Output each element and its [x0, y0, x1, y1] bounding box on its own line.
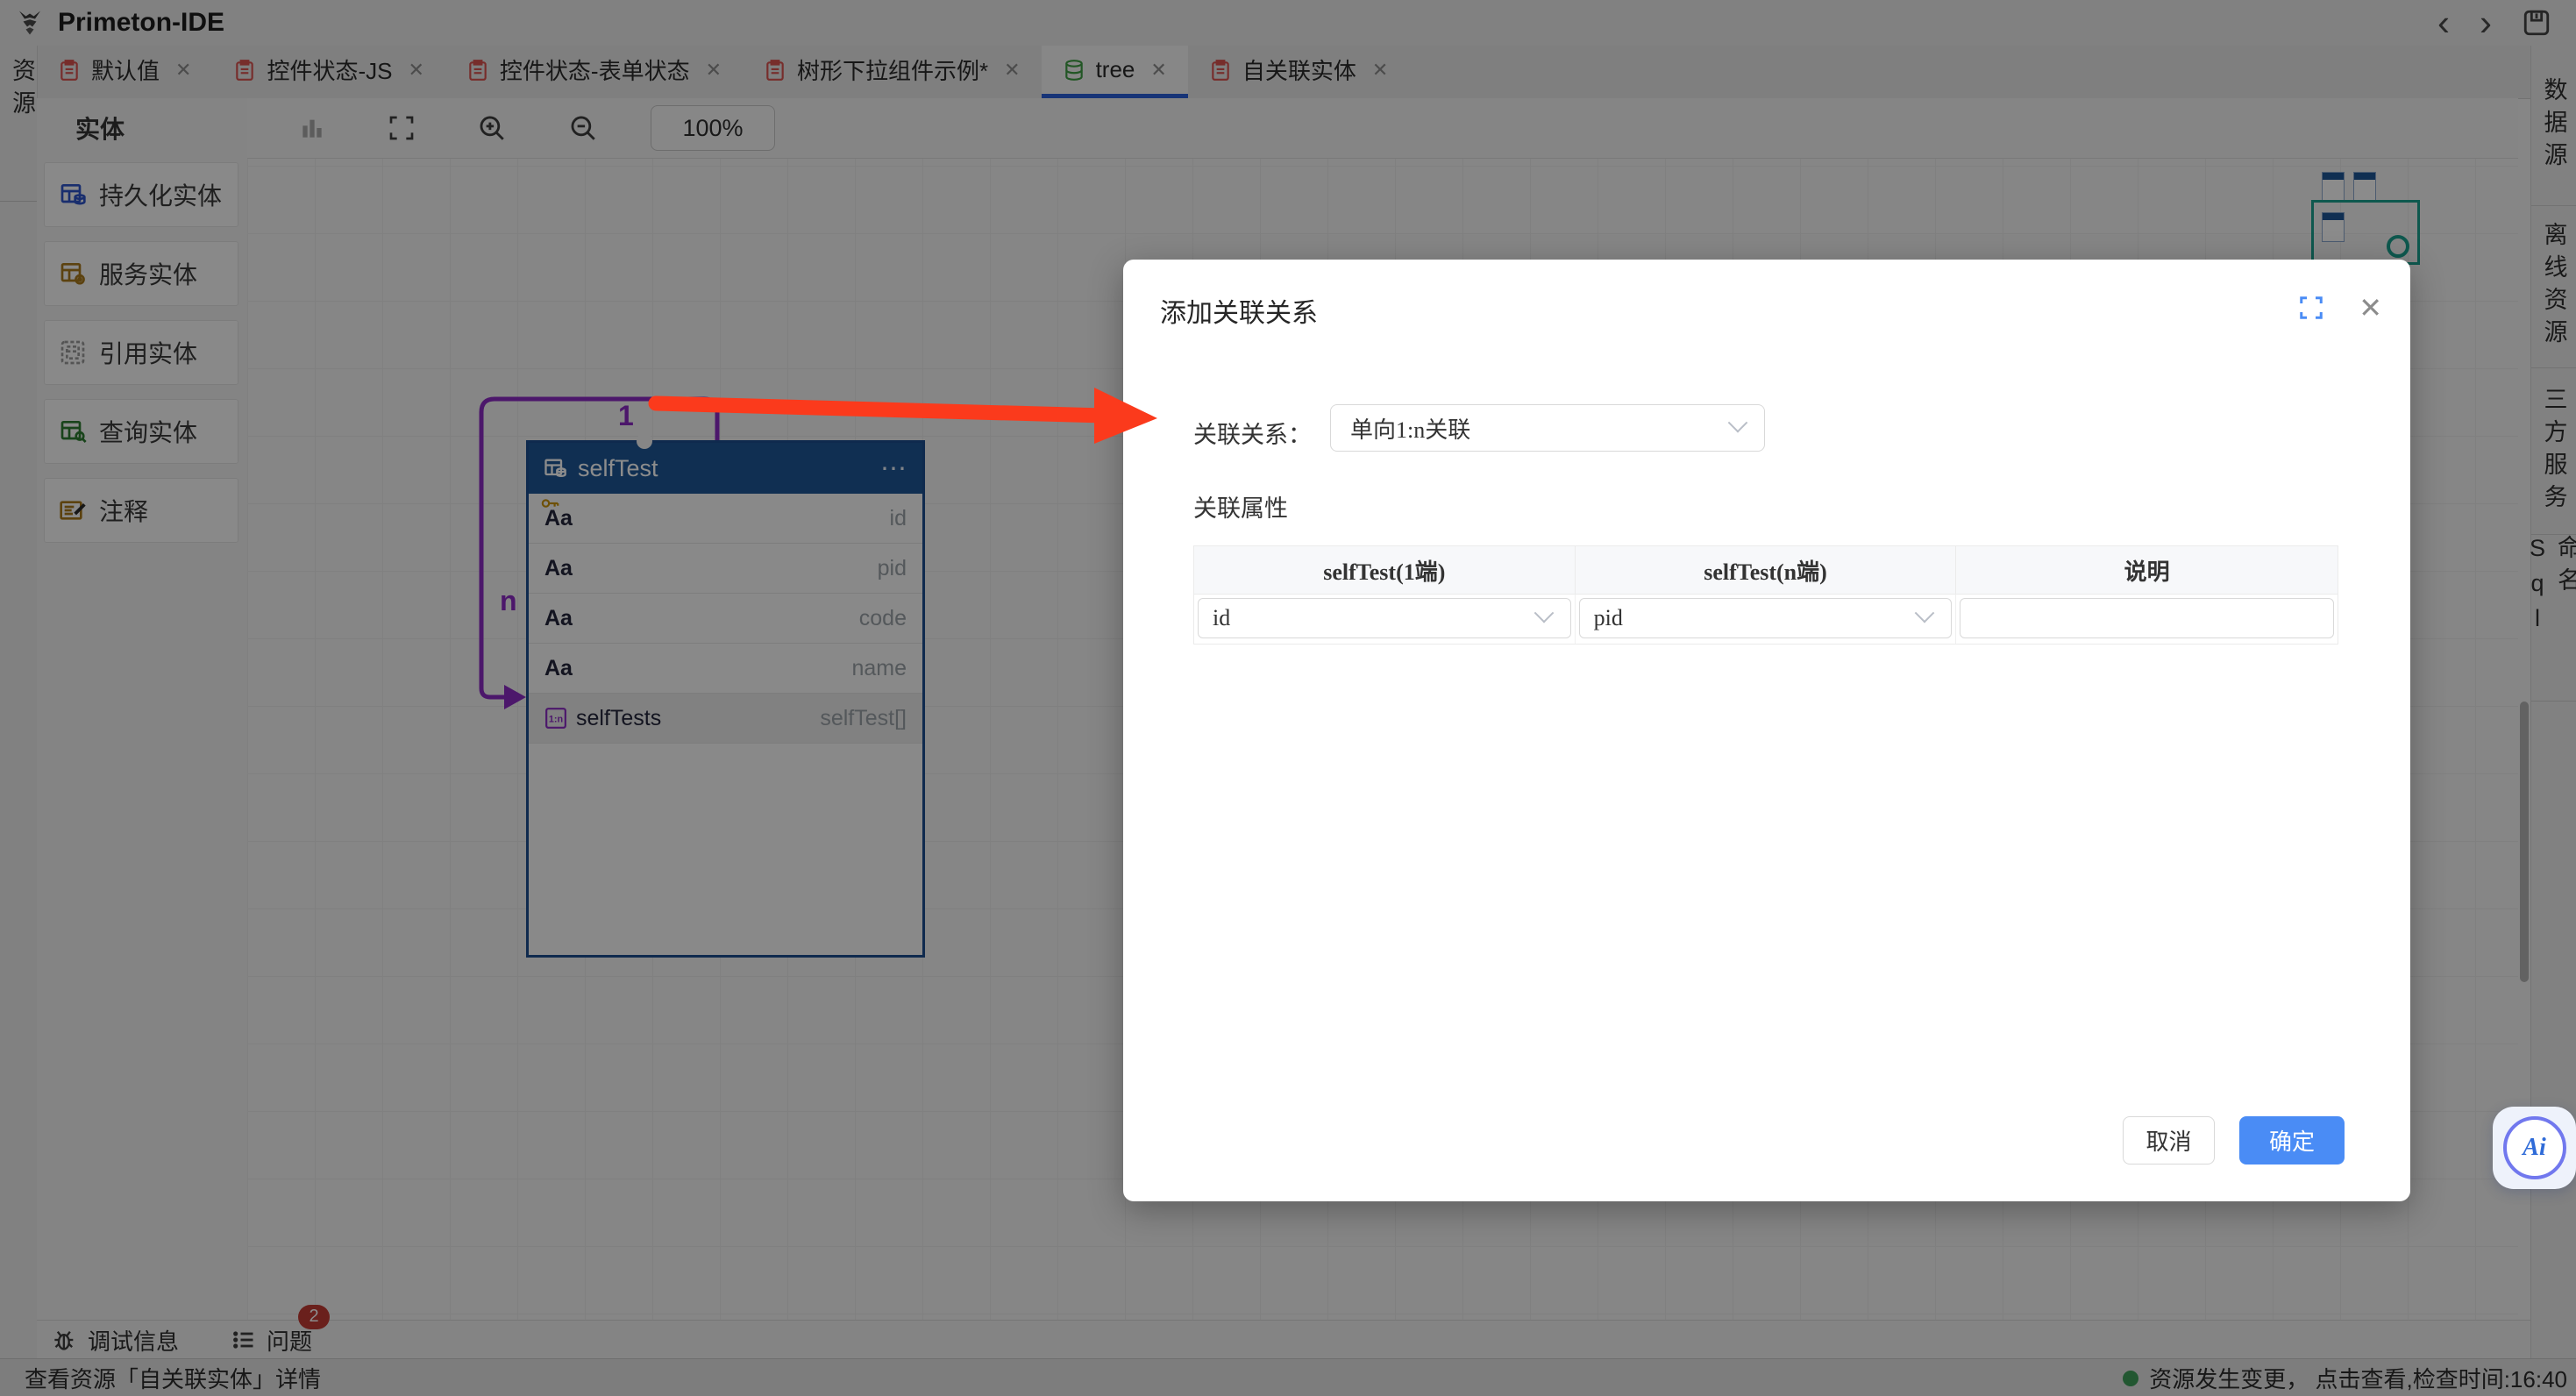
chevron-down-icon: [1915, 603, 1935, 623]
table-header-row: selfTest(1端) selfTest(n端) 说明: [1194, 546, 2338, 595]
col-header-description: 说明: [1956, 546, 2338, 594]
ok-button[interactable]: 确定: [2239, 1116, 2345, 1165]
chevron-down-icon: [1728, 413, 1748, 433]
ai-logo: Ai: [2503, 1116, 2566, 1179]
col-header-selftest-n: selfTest(n端): [1576, 546, 1957, 594]
description-input[interactable]: [1960, 598, 2334, 638]
relation-type-label: 关联关系：: [1193, 416, 1312, 450]
table-row: id pid: [1194, 595, 2338, 644]
cancel-button[interactable]: 取消: [2123, 1116, 2215, 1165]
close-icon[interactable]: ✕: [2359, 291, 2382, 324]
relation-type-select[interactable]: 单向1:n关联: [1330, 404, 1765, 452]
chevron-down-icon: [1534, 603, 1554, 623]
ai-assistant-button[interactable]: Ai: [2493, 1107, 2576, 1189]
fullscreen-icon[interactable]: [2298, 295, 2324, 321]
dialog-title: 添加关联关系: [1160, 291, 1318, 330]
one-end-field-value: id: [1213, 605, 1230, 631]
relation-properties-title: 关联属性: [1193, 489, 1288, 524]
relation-properties-table: selfTest(1端) selfTest(n端) 说明 id pid: [1193, 545, 2338, 645]
one-end-field-select[interactable]: id: [1198, 598, 1571, 638]
add-relation-dialog: 添加关联关系 ✕ 关联关系： 单向1:n关联 关联属性 selfTest(1端)…: [1123, 260, 2410, 1201]
annotation-arrow: [614, 351, 1192, 474]
relation-type-value: 单向1:n关联: [1350, 412, 1470, 445]
col-header-selftest-1: selfTest(1端): [1194, 546, 1576, 594]
n-end-field-select[interactable]: pid: [1579, 598, 1953, 638]
n-end-field-value: pid: [1594, 605, 1623, 631]
